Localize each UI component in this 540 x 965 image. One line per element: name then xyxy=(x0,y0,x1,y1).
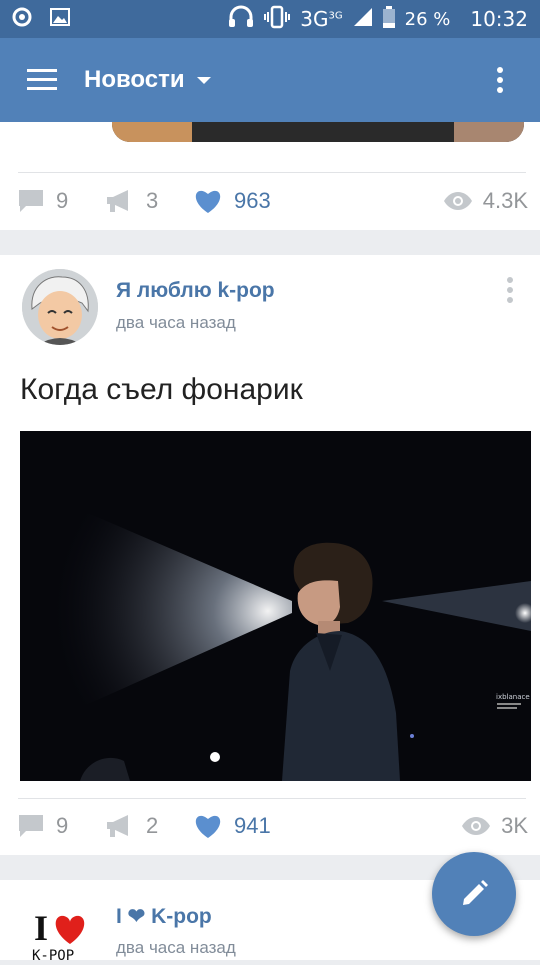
post-photo[interactable] xyxy=(112,122,524,142)
logo-caption: K-POP xyxy=(32,948,74,960)
compose-button[interactable] xyxy=(432,852,516,936)
megaphone-icon xyxy=(107,190,128,212)
pencil-icon xyxy=(463,880,488,905)
post-photo[interactable]: ixblanace xyxy=(20,431,531,781)
comment-button[interactable]: 9 xyxy=(18,188,68,214)
hamburger-icon xyxy=(27,69,57,90)
overflow-menu-button[interactable] xyxy=(460,38,540,122)
post-actions: 9 3 963 4.3K xyxy=(0,171,540,231)
view-count: 4.3K xyxy=(482,188,528,213)
status-bar: 3G3G 26 % 10:32 xyxy=(0,0,540,38)
megaphone-icon xyxy=(107,815,128,837)
avatar[interactable] xyxy=(22,269,98,345)
clock: 10:32 xyxy=(470,7,528,31)
chevron-down-icon xyxy=(196,76,211,84)
gallery-icon xyxy=(50,8,70,30)
post-card: Я люблю k-pop два часа назад Когда съел … xyxy=(0,255,540,855)
post-actions: 9 2 941 3K xyxy=(0,796,540,856)
vibrate-icon xyxy=(264,5,291,34)
app-bar: Новости xyxy=(0,38,540,122)
comment-button[interactable]: 9 xyxy=(18,813,68,839)
post-author[interactable]: I ❤ K-pop xyxy=(116,904,212,929)
feed-selector[interactable]: Новости xyxy=(84,66,211,94)
logo-letter: I xyxy=(34,908,48,948)
like-button[interactable]: 941 xyxy=(194,813,271,839)
page-title: Новости xyxy=(84,66,185,93)
post-text: Когда съел фонарик xyxy=(20,373,303,406)
eye-icon xyxy=(443,192,472,210)
like-button[interactable]: 963 xyxy=(194,188,271,214)
more-vertical-icon xyxy=(507,277,513,303)
eye-icon xyxy=(462,817,491,835)
post-time: два часа назад xyxy=(116,938,236,957)
repost-button[interactable]: 3 xyxy=(106,188,158,214)
post-time: два часа назад xyxy=(116,313,236,332)
headset-icon xyxy=(228,5,254,34)
comment-count: 9 xyxy=(56,813,69,838)
post-menu-button[interactable] xyxy=(506,277,514,303)
menu-button[interactable] xyxy=(0,38,84,122)
repost-count: 2 xyxy=(146,813,159,838)
repost-button[interactable]: 2 xyxy=(106,813,158,839)
comment-icon xyxy=(19,190,43,212)
camera-record-icon xyxy=(12,7,32,31)
post-card: 9 3 963 4.3K xyxy=(0,122,540,230)
comment-icon xyxy=(19,815,43,837)
repost-count: 3 xyxy=(146,188,159,213)
network-type: 3G3G xyxy=(300,7,343,31)
heart-icon xyxy=(195,815,221,838)
heart-icon xyxy=(195,190,221,213)
view-count: 3K xyxy=(501,813,528,838)
battery-icon xyxy=(382,5,395,33)
comment-count: 9 xyxy=(56,188,69,213)
battery-percent: 26 % xyxy=(404,8,451,30)
views: 4.3K xyxy=(443,188,528,214)
like-count: 941 xyxy=(234,813,271,838)
more-vertical-icon xyxy=(497,67,503,93)
avatar[interactable]: I K-POP xyxy=(30,902,94,964)
post-author[interactable]: Я люблю k-pop xyxy=(116,279,275,303)
photo-watermark: ixblanace xyxy=(496,693,530,701)
views: 3K xyxy=(461,813,528,839)
like-count: 963 xyxy=(234,188,271,213)
signal-icon xyxy=(353,7,373,32)
